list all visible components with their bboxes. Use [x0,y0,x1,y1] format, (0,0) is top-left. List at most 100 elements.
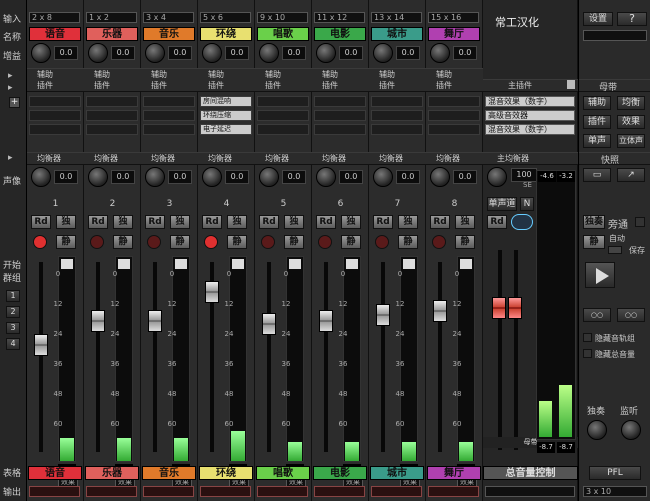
master-fx-slot[interactable]: 高级音效器 [485,110,575,121]
input-select[interactable]: 5 x 6 [200,12,251,23]
master-insert-toggle[interactable] [567,80,575,89]
record-icon[interactable] [261,235,275,249]
mute-button[interactable]: 静 [341,235,361,249]
monitor-level-knob[interactable] [621,420,641,440]
input-select[interactable]: 1 x 2 [86,12,137,23]
eq-label[interactable]: 均衡器 [379,153,403,164]
gain-knob[interactable] [202,43,222,63]
eq-label[interactable]: 均衡器 [322,153,346,164]
gain-knob[interactable] [316,43,336,63]
solo-button[interactable]: 独 [455,215,475,229]
sync-button[interactable]: ○○ [617,308,645,322]
output-select[interactable] [257,486,308,497]
volume-fader[interactable] [205,281,219,303]
eq-label[interactable]: 均衡器 [436,153,460,164]
help-icon[interactable]: ? [617,12,647,26]
eq-label[interactable]: 均衡器 [151,153,175,164]
aux-button[interactable]: 辅助 [583,96,611,110]
insert-slot[interactable] [314,124,366,135]
output-select[interactable] [143,486,194,497]
pan-knob[interactable] [259,167,279,187]
solo-button[interactable]: 独 [341,215,361,229]
pfl-button[interactable]: PFL [589,466,641,480]
monitor-output-select[interactable]: 3 x 10 [583,486,647,497]
eq-label[interactable]: 均衡器 [208,153,232,164]
solo-all-button[interactable]: 独奏 [583,215,605,229]
volume-fader[interactable] [262,313,276,335]
volume-fader[interactable] [319,310,333,332]
insert-button[interactable]: 插件 [583,115,611,129]
insert-slot[interactable] [371,124,423,135]
add-insert-icon[interactable]: + [9,97,20,108]
master-rd-button[interactable]: Rd [487,215,507,229]
input-select[interactable]: 2 x 8 [29,12,80,23]
aux-send-label[interactable]: 辅助 [265,69,281,80]
folder-icon[interactable]: ▭ [583,168,611,182]
channel-name[interactable]: 城市 [371,27,423,41]
mute-button[interactable]: 静 [398,235,418,249]
gain-knob[interactable] [259,43,279,63]
insert-label[interactable]: 插件 [94,80,110,91]
channel-name[interactable]: 语音 [29,27,81,41]
volume-fader[interactable] [34,334,48,356]
mono-button[interactable]: 单声道 [487,197,517,211]
solo-button[interactable]: 独 [113,215,133,229]
insert-slot[interactable]: 房间混响 [200,96,252,107]
insert-label[interactable]: 插件 [37,80,53,91]
insert-slot[interactable] [29,96,81,107]
pan-knob[interactable] [202,167,222,187]
output-select[interactable] [314,486,365,497]
channel-name[interactable]: 舞厅 [428,27,480,41]
gain-knob[interactable] [88,43,108,63]
master-eq-label[interactable]: 主均衡器 [497,153,529,164]
record-icon[interactable] [147,235,161,249]
mute-button[interactable]: 静 [170,235,190,249]
aux-send-label[interactable]: 辅助 [208,69,224,80]
solo-button[interactable]: 独 [227,215,247,229]
gain-knob[interactable] [31,43,51,63]
insert-slot[interactable] [257,124,309,135]
insert-slot[interactable] [428,124,480,135]
aux-send-label[interactable]: 辅助 [379,69,395,80]
n-button[interactable]: N [520,197,534,211]
expand-arrow-icon[interactable]: ▸ [8,153,13,163]
aux-send-label[interactable]: 辅助 [94,69,110,80]
record-ready-button[interactable]: Rd [373,215,393,229]
channel-name[interactable]: 音乐 [143,27,195,41]
play-button[interactable] [585,262,615,288]
volume-fader[interactable] [148,310,162,332]
insert-slot[interactable] [143,110,195,121]
volume-fader[interactable] [91,310,105,332]
record-icon[interactable] [33,235,47,249]
channel-name[interactable]: 唱歌 [257,27,309,41]
insert-label[interactable]: 插件 [151,80,167,91]
master-fx-slot[interactable]: 混音效果（数字） [485,96,575,107]
settings-button[interactable]: 设置 [583,12,613,26]
insert-slot[interactable] [371,110,423,121]
aux-send-label[interactable]: 辅助 [436,69,452,80]
eq-button[interactable]: 均衡 [617,96,645,110]
record-ready-button[interactable]: Rd [145,215,165,229]
aux-send-label[interactable]: 辅助 [322,69,338,80]
mute-button[interactable]: 静 [227,235,247,249]
stereo-view-button[interactable]: 立体声 [617,134,645,148]
insert-label[interactable]: 插件 [322,80,338,91]
bypass-toggle[interactable] [635,217,645,227]
mute-button[interactable]: 静 [455,235,475,249]
auto-toggle[interactable] [608,246,622,254]
insert-slot[interactable] [143,124,195,135]
gain-knob[interactable] [373,43,393,63]
preset-select[interactable] [583,30,647,41]
insert-slot[interactable]: 电子延迟 [200,124,252,135]
record-icon[interactable] [432,235,446,249]
insert-slot[interactable] [257,96,309,107]
output-select[interactable] [86,486,137,497]
input-select[interactable]: 15 x 16 [428,12,479,23]
master-pan-knob[interactable] [487,167,507,187]
record-ready-button[interactable]: Rd [202,215,222,229]
loop-button[interactable]: ○○ [583,308,611,322]
master-output-select[interactable] [485,486,575,497]
eq-label[interactable]: 均衡器 [265,153,289,164]
insert-slot[interactable] [314,96,366,107]
record-icon[interactable] [375,235,389,249]
